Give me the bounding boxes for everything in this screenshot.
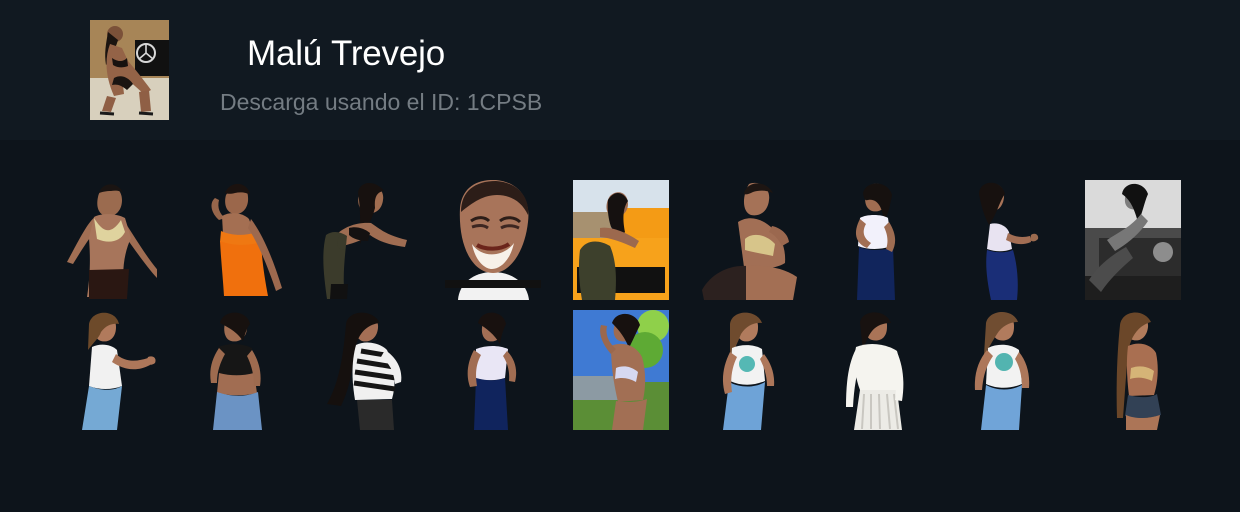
- sticker-cell: [813, 180, 941, 300]
- sticker-cell: [301, 310, 429, 430]
- sticker-cell: [429, 180, 557, 300]
- sticker-pose-17-icon[interactable]: [957, 310, 1053, 430]
- sticker-cell: [557, 310, 685, 430]
- sticker-photo-garden-icon[interactable]: [573, 310, 669, 430]
- sticker-cell: [45, 180, 173, 300]
- sticker-cell: [173, 180, 301, 300]
- download-id-text: Descarga usando el ID: 1CPSB: [220, 89, 543, 115]
- sticker-pose-6-icon[interactable]: [829, 180, 925, 300]
- sticker-cell: [941, 180, 1069, 300]
- sticker-cell: [813, 310, 941, 430]
- sticker-pose-12-icon[interactable]: [317, 310, 413, 430]
- sticker-grid: [45, 180, 1197, 430]
- sticker-pose-3-icon[interactable]: [317, 180, 413, 300]
- sticker-cell: [685, 310, 813, 430]
- sticker-pose-16-icon[interactable]: [829, 310, 925, 430]
- sticker-photo-orange-car-icon[interactable]: [573, 180, 669, 300]
- sticker-cell: [1069, 310, 1197, 430]
- sticker-cell: [557, 180, 685, 300]
- pack-cover-icon: [90, 20, 169, 120]
- sticker-pose-10-icon[interactable]: [61, 310, 157, 430]
- sticker-pose-5-icon[interactable]: [701, 180, 797, 300]
- sticker-pose-7-icon[interactable]: [957, 180, 1053, 300]
- sticker-pose-18-icon[interactable]: [1085, 310, 1181, 430]
- sticker-cell: [429, 310, 557, 430]
- sticker-cell: [45, 310, 173, 430]
- sticker-cell: [173, 310, 301, 430]
- pack-header: Malú Trevejo Descarga usando el ID: 1CPS…: [0, 0, 1240, 140]
- sticker-cell: [301, 180, 429, 300]
- pack-title: Malú Trevejo: [247, 34, 445, 73]
- sticker-photo-grayscale-car-icon[interactable]: [1085, 180, 1181, 300]
- sticker-pose-13-icon[interactable]: [445, 310, 541, 430]
- sticker-cell: [941, 310, 1069, 430]
- sticker-pose-15-icon[interactable]: [701, 310, 797, 430]
- sticker-pack-page: Malú Trevejo Descarga usando el ID: 1CPS…: [0, 0, 1240, 512]
- sticker-pose-2-icon[interactable]: [189, 180, 285, 300]
- sticker-pose-1-icon[interactable]: [61, 180, 157, 300]
- sticker-pose-11-icon[interactable]: [189, 310, 285, 430]
- sticker-cell: [1069, 180, 1197, 300]
- sticker-cell: [685, 180, 813, 300]
- sticker-smile-face-icon[interactable]: [445, 180, 541, 300]
